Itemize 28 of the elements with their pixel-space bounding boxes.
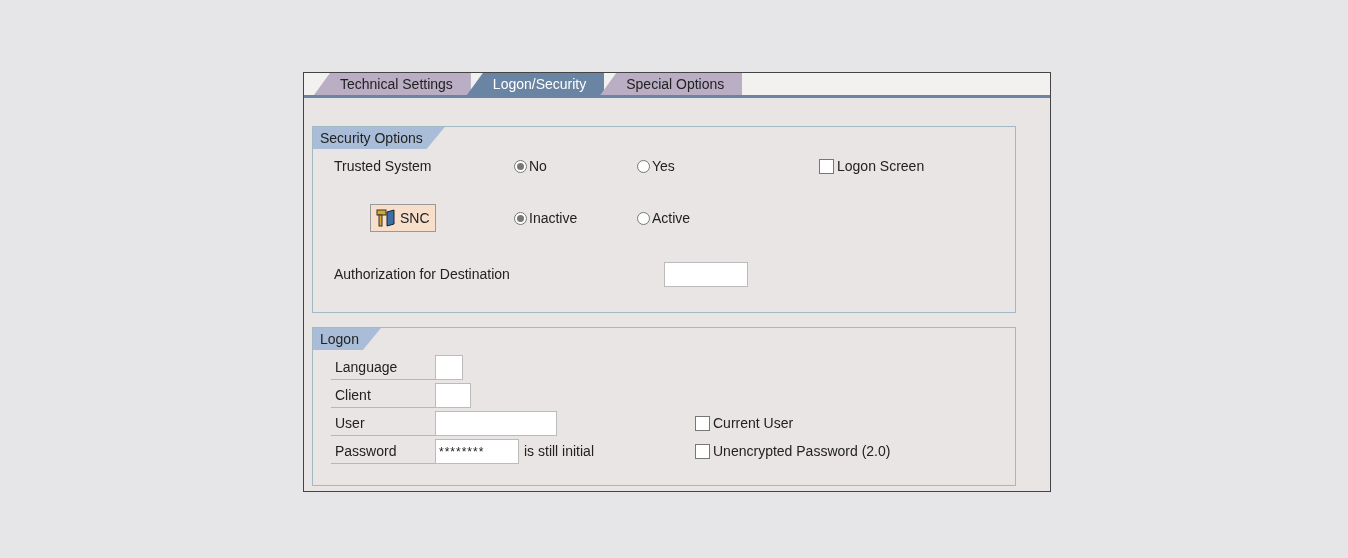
checkbox-label: Current User xyxy=(713,414,794,433)
input-field[interactable] xyxy=(664,262,748,287)
input-field[interactable]: ******** xyxy=(435,439,519,464)
field-label: Authorization for Destination xyxy=(334,265,511,284)
group-title: Logon xyxy=(313,328,381,350)
tab[interactable]: Technical Settings xyxy=(314,73,471,95)
radio-button[interactable] xyxy=(637,211,650,225)
checkbox-label: Logon Screen xyxy=(837,156,925,176)
snc-button[interactable]: SNC xyxy=(370,204,436,232)
radio-label: Yes xyxy=(652,156,675,176)
group-title: Security Options xyxy=(313,127,445,149)
checkbox[interactable] xyxy=(695,416,710,431)
status-note: is still initial xyxy=(524,442,594,461)
radio-button[interactable] xyxy=(514,159,527,173)
checkbox[interactable] xyxy=(695,444,710,459)
input-field[interactable] xyxy=(435,411,557,436)
tab[interactable]: Special Options xyxy=(600,73,743,95)
radio-label: No xyxy=(529,156,547,176)
radio-label: Active xyxy=(652,208,691,228)
field-label: Trusted System xyxy=(334,156,433,176)
checkbox-label: Unencrypted Password (2.0) xyxy=(713,442,891,461)
radio-label: Inactive xyxy=(529,208,578,228)
input-field[interactable] xyxy=(435,355,463,380)
tab[interactable]: Logon/Security xyxy=(466,73,605,95)
input-field[interactable] xyxy=(435,383,471,408)
checkbox[interactable] xyxy=(819,158,834,174)
radio-button[interactable] xyxy=(637,159,650,173)
radio-button[interactable] xyxy=(514,211,527,225)
